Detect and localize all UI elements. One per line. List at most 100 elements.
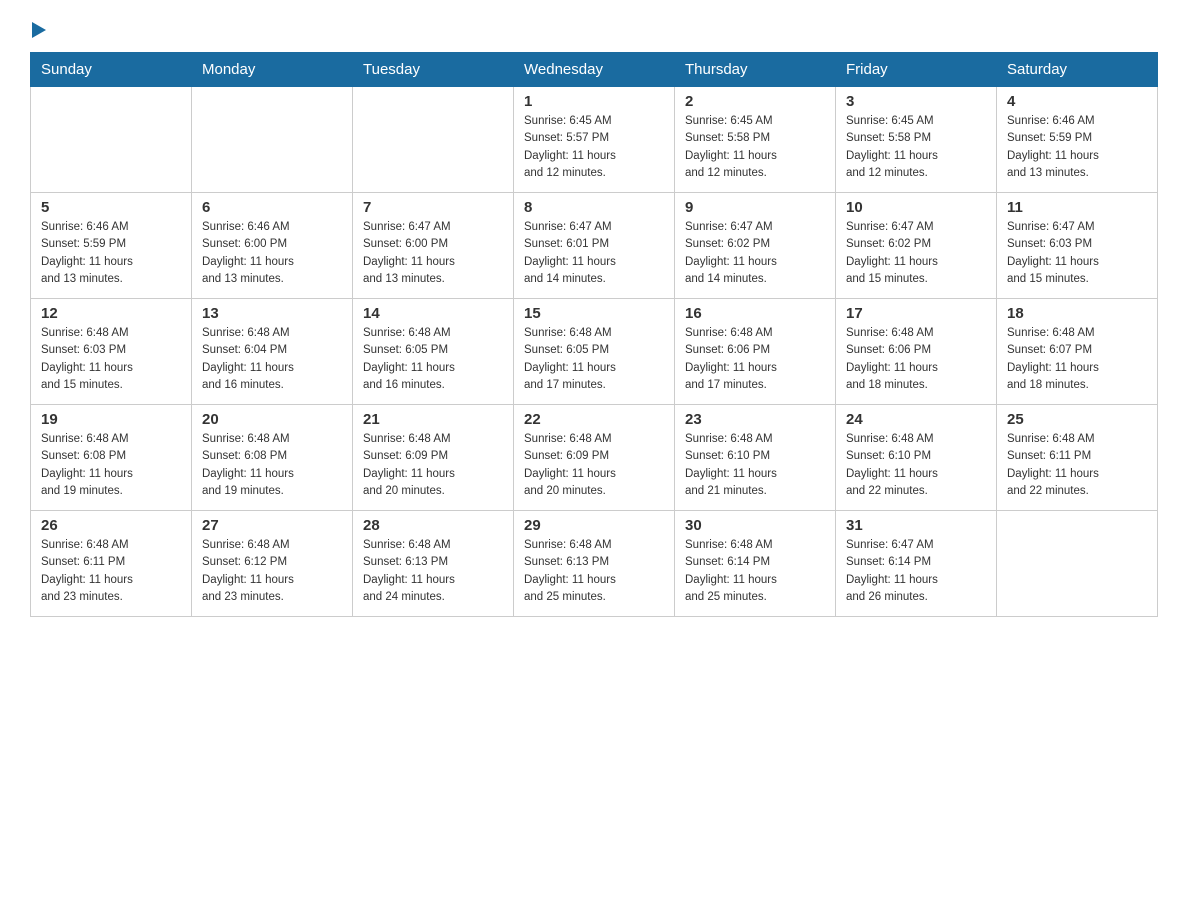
calendar-week-row: 19 Sunrise: 6:48 AM Sunset: 6:08 PM Dayli… <box>31 405 1158 511</box>
day-info: Sunrise: 6:46 AM Sunset: 5:59 PM Dayligh… <box>41 219 181 288</box>
day-number: 13 <box>202 305 342 322</box>
calendar-cell: 28Sunrise: 6:48 AM Sunset: 6:13 PM Dayli… <box>353 511 514 617</box>
day-number: 19 <box>41 411 181 428</box>
day-number: 16 <box>685 305 825 322</box>
day-info: Sunrise: 6:48 AM Sunset: 6:07 PM Dayligh… <box>1007 325 1147 394</box>
calendar-cell: 3Sunrise: 6:45 AM Sunset: 5:58 PM Daylig… <box>836 87 997 193</box>
day-number: 1 <box>524 93 664 110</box>
day-info: Sunrise: 6:48 AM Sunset: 6:05 PM Dayligh… <box>363 325 503 394</box>
day-number: 31 <box>846 517 986 534</box>
calendar-cell: 14 Sunrise: 6:48 AM Sunset: 6:05 PM Dayli… <box>353 299 514 405</box>
day-info: Sunrise: 6:45 AM Sunset: 5:57 PM Dayligh… <box>524 113 664 182</box>
calendar-cell: 7 Sunrise: 6:47 AM Sunset: 6:00 PM Daylig… <box>353 193 514 299</box>
calendar-header-tuesday: Tuesday <box>353 53 514 87</box>
day-info: Sunrise: 6:48 AM Sunset: 6:12 PM Dayligh… <box>202 537 342 606</box>
day-info: Sunrise: 6:47 AM Sunset: 6:02 PM Dayligh… <box>685 219 825 288</box>
day-number: 29 <box>524 517 664 534</box>
day-info: Sunrise: 6:48 AM Sunset: 6:09 PM Dayligh… <box>363 431 503 500</box>
day-info: Sunrise: 6:47 AM Sunset: 6:14 PM Dayligh… <box>846 537 986 606</box>
day-info: Sunrise: 6:48 AM Sunset: 6:05 PM Dayligh… <box>524 325 664 394</box>
day-number: 15 <box>524 305 664 322</box>
calendar-cell: 30 Sunrise: 6:48 AM Sunset: 6:14 PM Dayli… <box>675 511 836 617</box>
day-number: 30 <box>685 517 825 534</box>
logo <box>30 20 50 42</box>
day-info: Sunrise: 6:46 AM Sunset: 6:00 PM Dayligh… <box>202 219 342 288</box>
day-info: Sunrise: 6:48 AM Sunset: 6:11 PM Dayligh… <box>1007 431 1147 500</box>
day-info: Sunrise: 6:47 AM Sunset: 6:02 PM Dayligh… <box>846 219 986 288</box>
calendar-cell: 29 Sunrise: 6:48 AM Sunset: 6:13 PM Dayli… <box>514 511 675 617</box>
day-number: 4 <box>1007 93 1147 110</box>
calendar-cell: 15 Sunrise: 6:48 AM Sunset: 6:05 PM Dayli… <box>514 299 675 405</box>
day-number: 22 <box>524 411 664 428</box>
day-info: Sunrise: 6:48 AM Sunset: 6:11 PM Dayligh… <box>41 537 181 606</box>
page-header <box>30 20 1158 42</box>
day-number: 26 <box>41 517 181 534</box>
calendar-cell <box>192 87 353 193</box>
calendar-cell: 18 Sunrise: 6:48 AM Sunset: 6:07 PM Dayli… <box>997 299 1158 405</box>
day-info: Sunrise: 6:48 AM Sunset: 6:08 PM Dayligh… <box>41 431 181 500</box>
calendar-cell: 10 Sunrise: 6:47 AM Sunset: 6:02 PM Dayli… <box>836 193 997 299</box>
day-info: Sunrise: 6:48 AM Sunset: 6:10 PM Dayligh… <box>846 431 986 500</box>
day-number: 20 <box>202 411 342 428</box>
logo-arrow-icon <box>32 20 50 40</box>
day-number: 9 <box>685 199 825 216</box>
day-number: 7 <box>363 199 503 216</box>
calendar-cell: 19 Sunrise: 6:48 AM Sunset: 6:08 PM Dayli… <box>31 405 192 511</box>
calendar-header-row: SundayMondayTuesdayWednesdayThursdayFrid… <box>31 53 1158 87</box>
day-info: Sunrise: 6:48 AM Sunset: 6:08 PM Dayligh… <box>202 431 342 500</box>
day-info: Sunrise: 6:48 AM Sunset: 6:03 PM Dayligh… <box>41 325 181 394</box>
calendar-cell: 27 Sunrise: 6:48 AM Sunset: 6:12 PM Dayli… <box>192 511 353 617</box>
calendar-cell: 31 Sunrise: 6:47 AM Sunset: 6:14 PM Dayli… <box>836 511 997 617</box>
day-info: Sunrise: 6:47 AM Sunset: 6:01 PM Dayligh… <box>524 219 664 288</box>
calendar-cell: 5 Sunrise: 6:46 AM Sunset: 5:59 PM Daylig… <box>31 193 192 299</box>
calendar-cell: 24 Sunrise: 6:48 AM Sunset: 6:10 PM Dayli… <box>836 405 997 511</box>
calendar-cell <box>997 511 1158 617</box>
calendar-cell: 22Sunrise: 6:48 AM Sunset: 6:09 PM Dayli… <box>514 405 675 511</box>
day-info: Sunrise: 6:48 AM Sunset: 6:06 PM Dayligh… <box>685 325 825 394</box>
calendar-cell: 23 Sunrise: 6:48 AM Sunset: 6:10 PM Dayli… <box>675 405 836 511</box>
calendar-cell: 25 Sunrise: 6:48 AM Sunset: 6:11 PM Dayli… <box>997 405 1158 511</box>
day-info: Sunrise: 6:48 AM Sunset: 6:14 PM Dayligh… <box>685 537 825 606</box>
calendar-header-monday: Monday <box>192 53 353 87</box>
day-number: 12 <box>41 305 181 322</box>
day-number: 14 <box>363 305 503 322</box>
calendar-cell: 16 Sunrise: 6:48 AM Sunset: 6:06 PM Dayli… <box>675 299 836 405</box>
day-number: 10 <box>846 199 986 216</box>
calendar-week-row: 5 Sunrise: 6:46 AM Sunset: 5:59 PM Daylig… <box>31 193 1158 299</box>
day-number: 3 <box>846 93 986 110</box>
day-info: Sunrise: 6:47 AM Sunset: 6:00 PM Dayligh… <box>363 219 503 288</box>
calendar-cell: 4 Sunrise: 6:46 AM Sunset: 5:59 PM Daylig… <box>997 87 1158 193</box>
day-number: 6 <box>202 199 342 216</box>
calendar-cell: 20 Sunrise: 6:48 AM Sunset: 6:08 PM Dayli… <box>192 405 353 511</box>
calendar-table: SundayMondayTuesdayWednesdayThursdayFrid… <box>30 52 1158 617</box>
day-number: 27 <box>202 517 342 534</box>
day-number: 23 <box>685 411 825 428</box>
day-info: Sunrise: 6:48 AM Sunset: 6:04 PM Dayligh… <box>202 325 342 394</box>
day-number: 25 <box>1007 411 1147 428</box>
calendar-cell: 26 Sunrise: 6:48 AM Sunset: 6:11 PM Dayli… <box>31 511 192 617</box>
calendar-cell: 12 Sunrise: 6:48 AM Sunset: 6:03 PM Dayli… <box>31 299 192 405</box>
day-info: Sunrise: 6:48 AM Sunset: 6:13 PM Dayligh… <box>524 537 664 606</box>
day-number: 2 <box>685 93 825 110</box>
day-info: Sunrise: 6:48 AM Sunset: 6:13 PM Dayligh… <box>363 537 503 606</box>
day-info: Sunrise: 6:46 AM Sunset: 5:59 PM Dayligh… <box>1007 113 1147 182</box>
calendar-cell: 17 Sunrise: 6:48 AM Sunset: 6:06 PM Dayli… <box>836 299 997 405</box>
calendar-header-friday: Friday <box>836 53 997 87</box>
calendar-cell: 2Sunrise: 6:45 AM Sunset: 5:58 PM Daylig… <box>675 87 836 193</box>
calendar-cell: 8 Sunrise: 6:47 AM Sunset: 6:01 PM Daylig… <box>514 193 675 299</box>
day-number: 5 <box>41 199 181 216</box>
calendar-header-thursday: Thursday <box>675 53 836 87</box>
day-number: 24 <box>846 411 986 428</box>
day-number: 18 <box>1007 305 1147 322</box>
calendar-week-row: 26 Sunrise: 6:48 AM Sunset: 6:11 PM Dayli… <box>31 511 1158 617</box>
day-number: 8 <box>524 199 664 216</box>
calendar-cell: 11Sunrise: 6:47 AM Sunset: 6:03 PM Dayli… <box>997 193 1158 299</box>
day-info: Sunrise: 6:47 AM Sunset: 6:03 PM Dayligh… <box>1007 219 1147 288</box>
calendar-cell: 13 Sunrise: 6:48 AM Sunset: 6:04 PM Dayli… <box>192 299 353 405</box>
calendar-cell <box>31 87 192 193</box>
day-number: 17 <box>846 305 986 322</box>
day-info: Sunrise: 6:48 AM Sunset: 6:10 PM Dayligh… <box>685 431 825 500</box>
day-number: 21 <box>363 411 503 428</box>
day-info: Sunrise: 6:48 AM Sunset: 6:06 PM Dayligh… <box>846 325 986 394</box>
calendar-cell: 6 Sunrise: 6:46 AM Sunset: 6:00 PM Daylig… <box>192 193 353 299</box>
